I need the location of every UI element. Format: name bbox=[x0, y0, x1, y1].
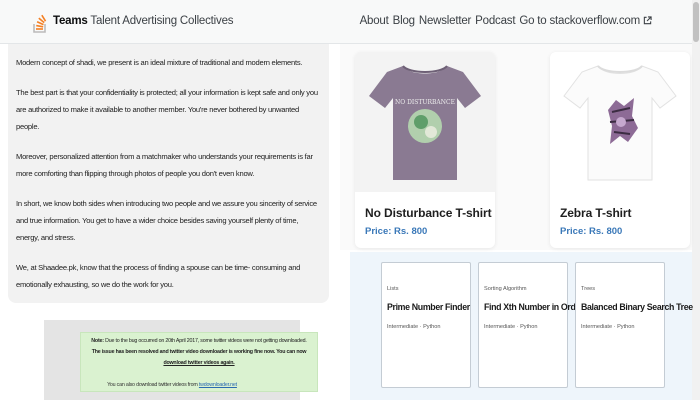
notice-line-3: download twitter videos again. bbox=[163, 360, 235, 366]
external-link-icon bbox=[643, 16, 652, 25]
notice-footer-text: You can also download twitter videos fro… bbox=[107, 382, 198, 388]
twdownloader-link[interactable]: twdownloader.net bbox=[199, 382, 237, 388]
product-price: Price: Rs. 800 bbox=[365, 226, 428, 237]
nav-link-about[interactable]: About bbox=[360, 15, 389, 27]
problem-level: Intermediate · Python bbox=[581, 324, 635, 330]
stackoverflow-logo-icon[interactable] bbox=[33, 9, 47, 33]
nav-link-stackoverflow[interactable]: Go to stackoverflow.com bbox=[519, 15, 652, 27]
product-section: NO DISTURBANCE No Disturbance T-shirt Pr… bbox=[340, 44, 692, 250]
header-links: About Blog Newsletter Podcast Go to stac… bbox=[360, 15, 652, 27]
problem-category: Trees bbox=[581, 286, 596, 292]
notice-footer: You can also download twitter videos fro… bbox=[44, 382, 300, 388]
top-navbar: Teams Talent Advertising Collectives Abo… bbox=[0, 0, 692, 44]
article-paragraph: Modern concept of shadi, we present is a… bbox=[16, 58, 303, 67]
product-name[interactable]: No Disturbance T-shirt bbox=[365, 206, 492, 220]
problem-title[interactable]: Balanced Binary Search Tree bbox=[581, 302, 693, 312]
problem-card[interactable]: Trees Balanced Binary Search Tree Interm… bbox=[575, 262, 693, 388]
problem-title[interactable]: Find Xth Number in Order bbox=[484, 302, 583, 312]
nav-link-podcast[interactable]: Podcast bbox=[475, 15, 515, 27]
notice-text: Note: Due to the bug occurred on 20th Ap… bbox=[83, 336, 315, 369]
article-paragraph: We, at Shaadee.pk, know that the process… bbox=[16, 263, 301, 289]
nav-link-stackoverflow-label: Go to stackoverflow.com bbox=[519, 15, 640, 27]
article-paragraph: Moreover, personalized attention from a … bbox=[16, 152, 313, 178]
tshirt-graphic-text: NO DISTURBANCE bbox=[395, 99, 455, 106]
scrollbar-thumb[interactable] bbox=[693, 2, 699, 42]
nav-link-blog[interactable]: Blog bbox=[393, 15, 415, 27]
brand-rest: Talent Advertising Collectives bbox=[90, 15, 234, 27]
notice-line-2: The issue has been resolved and twitter … bbox=[91, 349, 307, 355]
product-price: Price: Rs. 800 bbox=[560, 226, 623, 237]
brand-name[interactable]: Teams Talent Advertising Collectives bbox=[53, 15, 234, 27]
problem-title[interactable]: Prime Number Finder bbox=[387, 302, 470, 312]
problem-cards-section: Lists Prime Number Finder Intermediate ·… bbox=[350, 252, 693, 400]
article-paragraph: The best part is that your confidentiali… bbox=[16, 88, 318, 131]
nav-link-newsletter[interactable]: Newsletter bbox=[419, 15, 472, 27]
product-name[interactable]: Zebra T-shirt bbox=[560, 206, 631, 220]
problem-category: Sorting Algorithm bbox=[484, 286, 527, 292]
brand-teams: Teams bbox=[53, 15, 88, 27]
problem-category: Lists bbox=[387, 286, 399, 292]
product-card-no-disturbance[interactable]: NO DISTURBANCE No Disturbance T-shirt Pr… bbox=[355, 52, 495, 248]
problem-level: Intermediate · Python bbox=[387, 324, 441, 330]
problem-level: Intermediate · Python bbox=[484, 324, 538, 330]
article-card: Modern concept of shadi, we present is a… bbox=[8, 44, 329, 303]
no-disturbance-tshirt-image[interactable]: NO DISTURBANCE bbox=[355, 52, 495, 192]
article-paragraph: In short, we know both sides when introd… bbox=[16, 199, 317, 242]
notice-line-1: Due to the bug occurred on 20th April 20… bbox=[105, 338, 307, 344]
problem-card[interactable]: Sorting Algorithm Find Xth Number in Ord… bbox=[478, 262, 583, 388]
problem-card[interactable]: Lists Prime Number Finder Intermediate ·… bbox=[381, 262, 471, 388]
product-card-zebra[interactable]: Zebra T-shirt Price: Rs. 800 bbox=[550, 52, 690, 248]
downloader-notice-panel: Note: Due to the bug occurred on 20th Ap… bbox=[44, 320, 318, 400]
page-scrollbar[interactable] bbox=[692, 0, 700, 400]
notice-label: Note: bbox=[91, 338, 104, 344]
zebra-tshirt-image[interactable] bbox=[550, 52, 690, 192]
